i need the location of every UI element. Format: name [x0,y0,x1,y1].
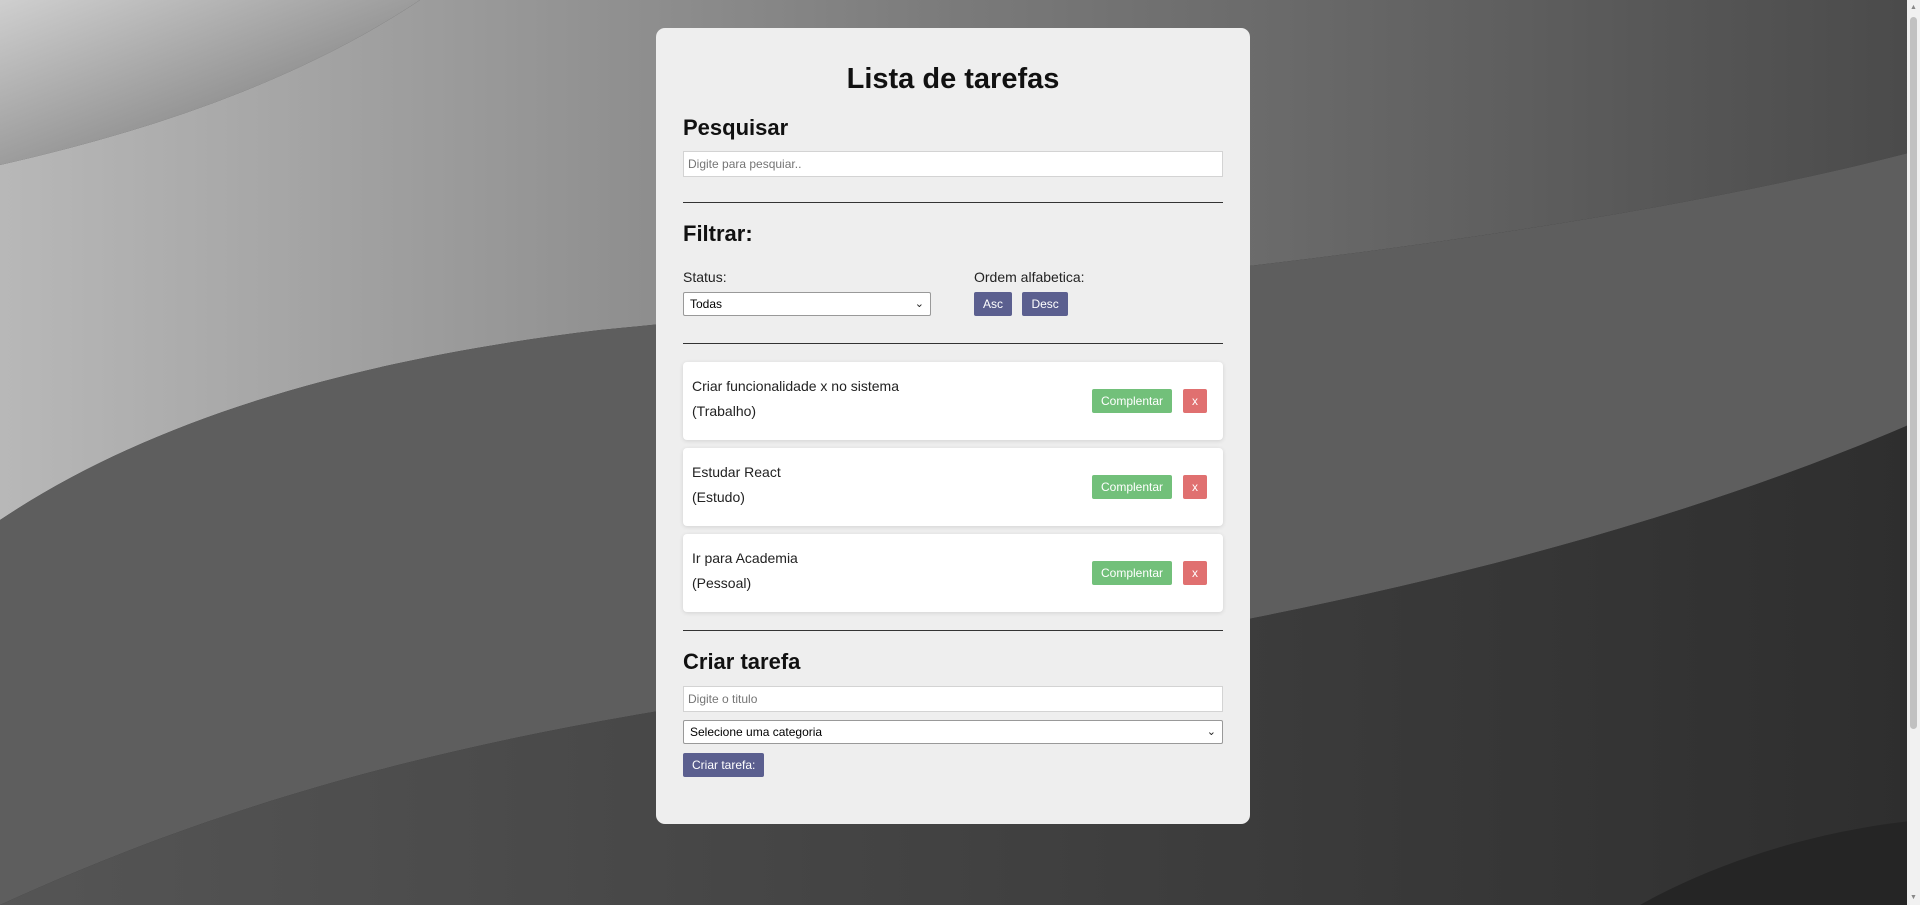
todo-item: Criar funcionalidade x no sistema (Traba… [683,362,1223,440]
page-scrollbar[interactable]: ▲ ▼ [1907,0,1920,905]
create-todo-button[interactable]: Criar tarefa: [683,753,765,777]
category-select-value: Selecione uma categoria [690,725,823,739]
search-heading: Pesquisar [683,115,789,140]
divider [683,202,1223,203]
status-select-value: Todas [690,297,723,311]
sort-desc-button[interactable]: Desc [1022,292,1068,316]
complete-button[interactable]: Complentar [1092,389,1173,413]
create-heading: Criar tarefa [683,649,801,674]
scrollbar-thumb[interactable] [1910,17,1917,729]
remove-button[interactable]: x [1183,389,1207,413]
chevron-down-icon: ⌄ [914,298,924,310]
todo-item: Ir para Academia (Pessoal) Complentar x [683,534,1223,612]
complete-button[interactable]: Complentar [1092,561,1173,585]
filter-heading: Filtrar: [683,221,753,246]
remove-button[interactable]: x [1183,475,1207,499]
divider [683,343,1223,344]
todo-category: (Estudo) [692,489,745,505]
create-todo-section: Criar tarefa Selecione uma categoria ⌄ C… [683,649,1223,777]
todo-title: Criar funcionalidade x no sistema [692,378,899,394]
order-label: Ordem alfabetica: [974,269,1085,285]
scroll-down-arrow-icon[interactable]: ▼ [1907,890,1920,905]
todo-app-card: Lista de tarefas Pesquisar Filtrar: Stat… [656,28,1250,824]
status-filter: Status: Todas ⌄ [683,269,974,316]
todo-category: (Trabalho) [692,403,757,419]
sort-asc-button[interactable]: Asc [974,292,1013,316]
scroll-up-arrow-icon[interactable]: ▲ [1907,0,1920,15]
search-section: Pesquisar [683,115,1223,177]
status-select[interactable]: Todas ⌄ [683,292,931,316]
filter-row: Status: Todas ⌄ Ordem alfabetica: Asc De… [683,269,1223,316]
todo-title: Ir para Academia [692,550,798,566]
filter-section: Filtrar: Status: Todas ⌄ Ordem alfabetic… [683,221,1223,316]
chevron-down-icon: ⌄ [1206,726,1216,738]
page-title: Lista de tarefas [846,63,1060,95]
todo-list: Criar funcionalidade x no sistema (Traba… [683,362,1223,612]
todo-title: Estudar React [692,464,781,480]
remove-button[interactable]: x [1183,561,1207,585]
search-input[interactable] [683,151,1223,177]
category-select[interactable]: Selecione uma categoria ⌄ [683,720,1223,744]
todo-item: Estudar React (Estudo) Complentar x [683,448,1223,526]
divider [683,630,1223,631]
todo-category: (Pessoal) [692,575,752,591]
status-label: Status: [683,269,727,285]
complete-button[interactable]: Complentar [1092,475,1173,499]
todo-title-input[interactable] [683,686,1223,712]
alphabetical-order-filter: Ordem alfabetica: Asc Desc [974,269,1085,316]
